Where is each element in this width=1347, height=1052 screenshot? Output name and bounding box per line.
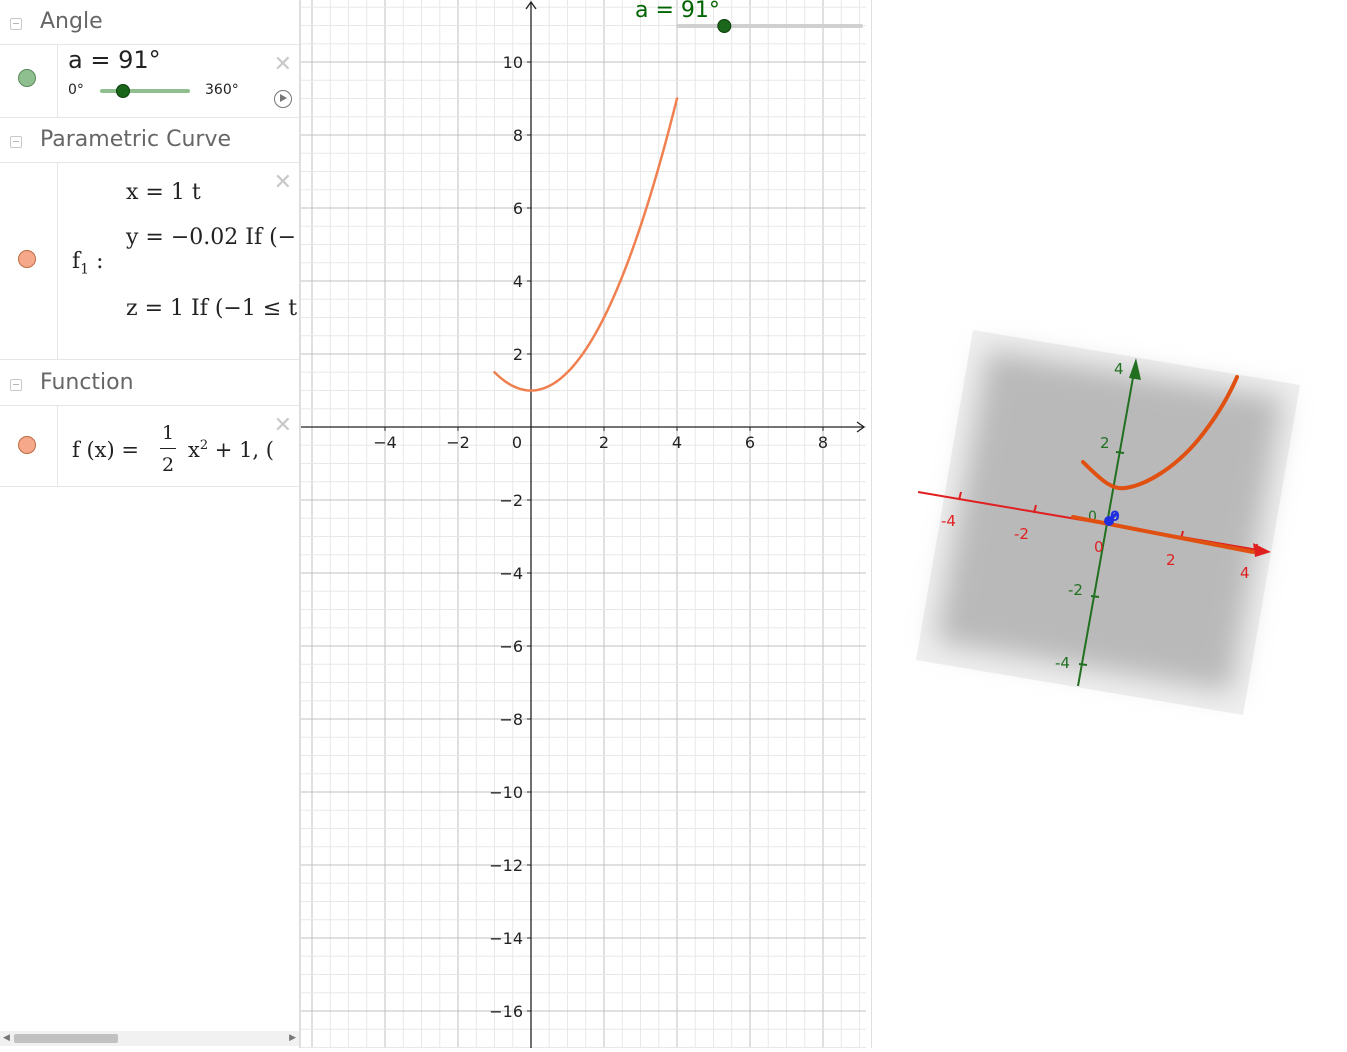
group-title: Parametric Curve	[40, 127, 232, 152]
close-icon[interactable]: ✕	[274, 415, 292, 437]
x-tick-label: −4	[373, 433, 397, 452]
collapse-icon[interactable]	[10, 136, 22, 148]
marble-column	[0, 406, 58, 486]
function-rest: x2 + 1, (	[188, 438, 274, 462]
x-tick-label: 8	[818, 433, 828, 452]
slider-min-label: 0°	[68, 82, 84, 98]
y-tick-label: −14	[489, 929, 523, 948]
y-tick-label: 8	[513, 126, 523, 145]
y-tick-label: −4	[499, 564, 523, 583]
collapse-icon[interactable]	[10, 379, 22, 391]
x-tick-label: 6	[745, 433, 755, 452]
curve-name-colon: :	[96, 249, 104, 274]
fraction-denominator: 2	[162, 454, 175, 476]
y-tick-label-3d: 4	[1114, 360, 1124, 378]
function-lhs[interactable]: f (x) =	[72, 438, 139, 462]
y-tick-label: −12	[489, 856, 523, 875]
y-tick-label-3d: -2	[1068, 581, 1083, 599]
group-header-angle[interactable]: Angle	[0, 0, 299, 45]
curve-name-subscript: 1	[80, 261, 90, 278]
y-tick-label: −8	[499, 710, 523, 729]
y-tick-label-3d: -4	[1055, 654, 1070, 672]
y-tick-label: −10	[489, 783, 523, 802]
slider-knob[interactable]	[115, 84, 130, 98]
y-tick-label-3d: 2	[1100, 434, 1110, 452]
horizontal-scrollbar[interactable]: ◀ ▶	[0, 1031, 299, 1046]
collapse-icon[interactable]	[10, 18, 22, 30]
graphics-view-3d[interactable]: -4 -2 0 2 4 4 2 -2 -4 0 0	[873, 0, 1347, 1048]
group-header-parametric-curve[interactable]: Parametric Curve	[0, 118, 299, 163]
group-title: Angle	[40, 9, 103, 34]
y-tick-label: −6	[499, 637, 523, 656]
y-tick-label: −2	[499, 491, 523, 510]
fraction-numerator: 1	[162, 422, 175, 444]
graphics-2d-canvas[interactable]: −4 −2 2 4 6 8 0 10 8 6 4 2 −2 −4 −6 −8 −10 −12 −14 −16	[301, 0, 873, 1048]
fraction-bar	[160, 448, 176, 449]
marble-column	[0, 45, 58, 117]
scroll-left-icon[interactable]: ◀	[3, 1033, 10, 1043]
scroll-right-icon[interactable]: ▶	[289, 1033, 296, 1043]
function-tail: + 1, (	[208, 438, 274, 462]
x-tick-label-3d: -2	[1014, 525, 1029, 543]
x-tick-label-3d: -4	[941, 512, 956, 530]
algebra-item-function-f[interactable]: f (x) = 1 2 x2 + 1, ( ✕	[0, 406, 299, 487]
x-tick-label-3d: 2	[1166, 551, 1176, 569]
slider-definition[interactable]: a = 91°	[68, 46, 161, 74]
visibility-toggle-icon[interactable]	[18, 69, 36, 87]
y-tick-label: 4	[513, 272, 523, 291]
close-icon[interactable]: ✕	[274, 54, 292, 76]
algebra-view: Angle a = 91° 0° 360° ✕ Parametric Curve…	[0, 0, 300, 1048]
function-exponent: 2	[199, 438, 209, 453]
curve-name: f1 :	[72, 249, 104, 277]
x-tick-label: 4	[672, 433, 682, 452]
algebra-item-curve-f1[interactable]: f1 : x = 1 t y = −0.02 If (− z = 1 If (−…	[0, 163, 299, 360]
graphics-3d-canvas[interactable]: -4 -2 0 2 4 4 2 -2 -4 0 0	[873, 0, 1347, 1048]
group-header-function[interactable]: Function	[0, 361, 299, 406]
curve-name-letter: f	[72, 249, 81, 274]
algebra-item-slider-a[interactable]: a = 91° 0° 360° ✕	[0, 45, 299, 118]
x-tick-label-3d: 0	[1094, 538, 1104, 556]
curve-y-equation[interactable]: y = −0.02 If (−	[126, 225, 296, 250]
marble-column	[0, 163, 58, 359]
x-tick-label: −2	[446, 433, 470, 452]
y-tick-label: 2	[513, 345, 523, 364]
canvas-slider-label[interactable]: a = 91°	[635, 0, 720, 23]
visibility-toggle-icon[interactable]	[18, 436, 36, 454]
y-tick-label: 6	[513, 199, 523, 218]
visibility-toggle-icon[interactable]	[18, 250, 36, 268]
y-tick-label: 10	[503, 53, 523, 72]
function-base: x	[188, 438, 200, 462]
play-icon[interactable]	[274, 90, 292, 108]
curve-z-equation[interactable]: z = 1 If (−1 ≤ t	[126, 296, 297, 321]
group-title: Function	[40, 370, 134, 395]
curve-x-equation[interactable]: x = 1 t	[126, 180, 201, 205]
close-icon[interactable]: ✕	[274, 172, 292, 194]
origin-label: 0	[512, 433, 522, 452]
scrollbar-thumb[interactable]	[14, 1034, 118, 1043]
y-tick-label: −16	[489, 1002, 523, 1021]
x-tick-label: 2	[599, 433, 609, 452]
grid-lines	[301, 0, 866, 1048]
slider-max-label: 360°	[205, 82, 239, 98]
graphics-view-2d[interactable]: −4 −2 2 4 6 8 0 10 8 6 4 2 −2 −4 −6 −8 −10 −12 −14 −16 a = …	[300, 0, 872, 1048]
x-tick-label-3d: 4	[1240, 564, 1250, 582]
slider-track[interactable]	[100, 89, 190, 93]
